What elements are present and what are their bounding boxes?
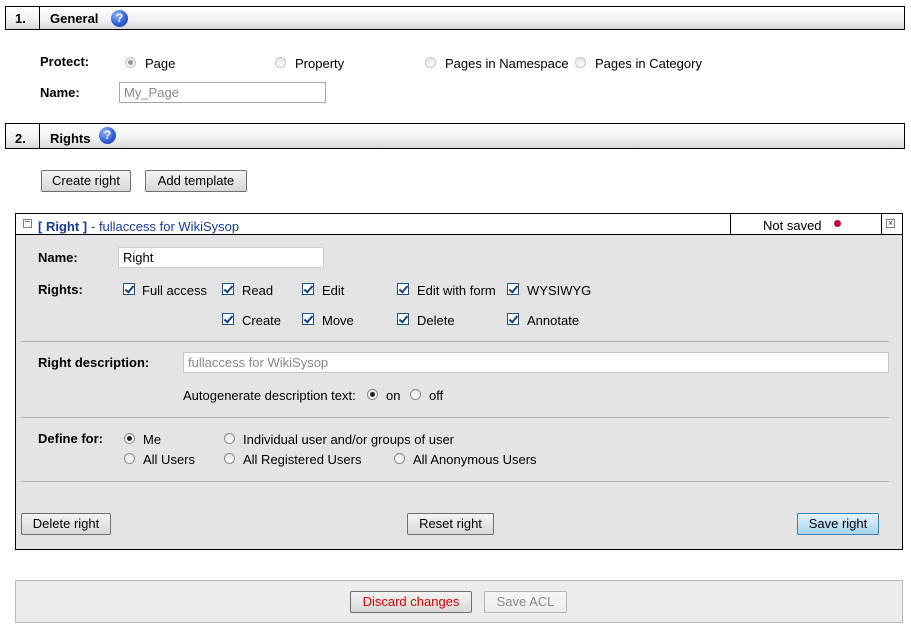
save-right-button[interactable]: Save right [797,513,879,535]
save-acl-button: Save ACL [484,591,567,613]
autogenerate-on-label: on [386,388,401,403]
checkbox-move[interactable] [302,313,314,325]
define-option-label: Me [143,432,162,447]
right-option-label: Delete [417,313,455,328]
header-divider [881,214,882,234]
right-option-label: Read [242,283,274,298]
autogenerate-off-label: off [429,388,444,403]
checkbox-read[interactable] [222,283,234,295]
define-option-label: All Users [143,452,196,467]
delete-right-button[interactable]: Delete right [21,513,111,535]
right-header-bold: [ Right ] [38,219,88,234]
divider [21,417,889,418]
collapse-icon[interactable]: − [23,218,32,228]
protect-option-label: Pages in Namespace [445,56,569,71]
rights-label: Rights: [38,282,83,297]
right-header-desc: - fullaccess for WikiSysop [91,219,240,234]
right-panel-header: − [ Right ] - fullaccess for WikiSysop N… [16,214,902,235]
autogenerate-on-radio[interactable] [367,389,378,400]
save-status: Not saved [763,218,822,233]
checkbox-edit[interactable] [302,283,314,295]
right-description-label: Right description: [38,355,150,370]
right-option-label: WYSIWYG [527,283,592,298]
define-radio-all-users[interactable] [124,453,135,464]
checkbox-delete[interactable] [397,313,409,325]
checkbox-wysiwyg[interactable] [507,283,519,295]
add-template-button[interactable]: Add template [145,170,247,192]
protect-option-label: Page [145,56,176,71]
protect-radio-category[interactable] [575,57,586,68]
section-number: 1. [6,7,40,29]
define-radio-individual[interactable] [224,433,235,444]
divider [21,481,889,482]
checkbox-create[interactable] [222,313,234,325]
right-option-label: Move [322,313,354,328]
checkbox-full-access[interactable] [123,283,135,295]
reset-right-button[interactable]: Reset right [407,513,494,535]
right-option-label: Create [242,313,282,328]
protect-radio-property[interactable] [275,57,286,68]
protect-option-label: Property [295,56,345,71]
right-panel: − [ Right ] - fullaccess for WikiSysop N… [15,213,903,550]
name-label: Name: [40,85,80,100]
right-name-input[interactable]: Right [118,247,324,268]
status-dot-icon [834,220,841,227]
protect-radio-page[interactable] [125,57,136,68]
define-radio-anonymous[interactable] [394,453,405,464]
right-option-label: Full access [142,283,208,298]
header-divider [730,214,731,234]
divider [21,341,889,342]
right-option-label: Edit with form [417,283,496,298]
autogenerate-off-radio[interactable] [410,389,421,400]
general-section-header: 1. General ? [5,6,905,30]
right-option-label: Edit [322,283,345,298]
close-icon[interactable]: × [886,219,895,228]
protect-radio-namespace[interactable] [425,57,436,68]
define-radio-registered[interactable] [224,453,235,464]
help-icon[interactable]: ? [99,127,116,144]
checkbox-edit-with-form[interactable] [397,283,409,295]
right-name-label: Name: [38,250,78,265]
help-icon[interactable]: ? [111,10,128,27]
footer-bar: Discard changes Save ACL [15,580,903,623]
right-option-label: Annotate [527,313,580,328]
create-right-button[interactable]: Create right [41,170,131,192]
define-for-label: Define for: [38,431,103,446]
section-title: Rights [50,131,91,146]
rights-section-header: 2. Rights ? [5,123,905,149]
right-description-input[interactable]: fullaccess for WikiSysop [183,352,889,373]
define-radio-me[interactable] [124,433,135,444]
section-title: General [50,11,99,26]
define-option-label: All Registered Users [243,452,362,467]
autogenerate-label: Autogenerate description text: [183,388,356,403]
protect-label: Protect: [40,54,90,69]
define-option-label: Individual user and/or groups of user [243,432,455,447]
checkbox-annotate[interactable] [507,313,519,325]
define-option-label: All Anonymous Users [413,452,537,467]
protect-option-label: Pages in Category [595,56,702,71]
page-name-input[interactable]: My_Page [119,82,326,103]
discard-changes-button[interactable]: Discard changes [350,591,472,613]
section-number: 2. [6,124,40,148]
